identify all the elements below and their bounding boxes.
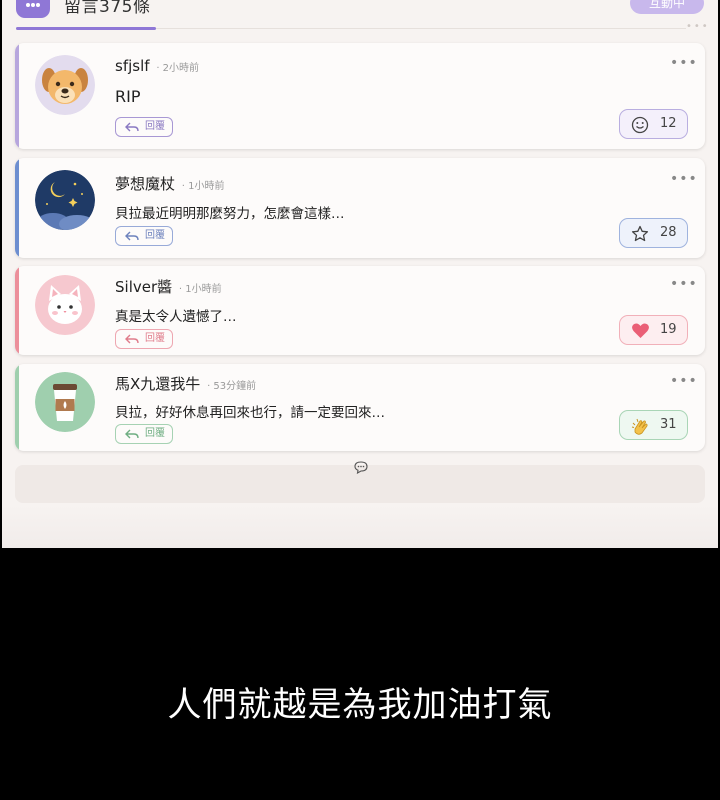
comment-text: 真是太令人遺憾了… xyxy=(115,309,237,325)
reply-arrow-icon xyxy=(125,231,139,241)
comment-card: 夢想魔杖 · 1小時前 貝拉最近明明那麼努力，怎麼會這樣… 回覆 ••• 28 xyxy=(15,158,705,258)
reply-button[interactable]: 回覆 xyxy=(115,424,173,444)
comment-text: 貝拉最近明明那麼努力，怎麼會這樣… xyxy=(115,206,345,222)
author-name[interactable]: sfjslf xyxy=(115,57,150,75)
header-divider xyxy=(156,28,686,29)
reply-label: 回覆 xyxy=(145,333,165,344)
clapping-hands-icon xyxy=(631,418,648,435)
more-options-button[interactable]: ••• xyxy=(670,373,698,389)
comment-author[interactable]: 馬X九還我牛 · 53分鐘前 xyxy=(115,373,256,394)
cat-avatar[interactable] xyxy=(35,275,95,335)
panel-footer xyxy=(2,505,718,548)
author-name[interactable]: 夢想魔杖 xyxy=(115,175,175,193)
smile-icon xyxy=(631,116,649,134)
heart-icon xyxy=(632,323,649,338)
author-name[interactable]: 馬X九還我牛 xyxy=(115,375,200,393)
active-tab-indicator xyxy=(16,27,156,30)
reaction-button[interactable]: 19 xyxy=(619,315,688,345)
comment-timestamp: · 2小時前 xyxy=(156,63,200,74)
comment-count-title: 留言375條 xyxy=(64,0,151,17)
comment-author[interactable]: sfjslf · 2小時前 xyxy=(115,57,199,75)
coffee-cup-avatar[interactable] xyxy=(35,372,95,432)
card-accent-bar xyxy=(15,43,19,149)
comment-timestamp: · 53分鐘前 xyxy=(207,381,257,392)
comment-card: 馬X九還我牛 · 53分鐘前 貝拉，好好休息再回來也行，請一定要回來… 回覆 •… xyxy=(15,364,705,451)
comment-author[interactable]: 夢想魔杖 · 1小時前 xyxy=(115,173,225,194)
comment-card: sfjslf · 2小時前 RIP 回覆 ••• 12 xyxy=(15,43,705,149)
reply-label: 回覆 xyxy=(145,121,165,132)
night-sky-avatar[interactable] xyxy=(35,170,95,230)
reply-arrow-icon xyxy=(125,334,139,344)
reply-label: 回覆 xyxy=(145,428,165,439)
reply-arrow-icon xyxy=(125,429,139,439)
comment-bubble-icon xyxy=(354,459,368,478)
comment-timestamp: · 1小時前 xyxy=(181,181,225,192)
reaction-count: 19 xyxy=(660,322,677,337)
reaction-count: 12 xyxy=(660,116,677,131)
reaction-button[interactable]: 31 xyxy=(619,410,688,440)
more-options-button[interactable]: ••• xyxy=(670,276,698,292)
reply-button[interactable]: 回覆 xyxy=(115,226,173,246)
more-options-button[interactable]: ••• xyxy=(670,171,698,187)
reaction-count: 28 xyxy=(660,225,677,240)
reaction-button[interactable]: 28 xyxy=(619,218,688,248)
chat-bubble-icon xyxy=(16,0,50,18)
comment-panel: 留言375條 互動中 ••• sfjslf · 2小時前 RIP 回覆 ••• … xyxy=(2,0,718,548)
star-icon xyxy=(631,225,649,242)
comment-text: 貝拉，好好休息再回來也行，請一定要回來… xyxy=(115,405,385,421)
comment-card: Silver醬 · 1小時前 真是太令人遺憾了… 回覆 ••• 19 xyxy=(15,266,705,355)
card-accent-bar xyxy=(15,364,19,451)
comment-author[interactable]: Silver醬 · 1小時前 xyxy=(115,276,222,297)
comment-timestamp: · 1小時前 xyxy=(178,284,222,295)
puppy-avatar[interactable] xyxy=(35,55,95,115)
reply-label: 回覆 xyxy=(145,230,165,241)
comment-text: RIP xyxy=(115,87,141,106)
comments-header: 留言375條 互動中 ••• xyxy=(2,0,718,32)
reaction-button[interactable]: 12 xyxy=(619,109,688,139)
card-accent-bar xyxy=(15,158,19,258)
dots-decoration: ••• xyxy=(686,21,710,32)
reply-arrow-icon xyxy=(125,122,139,132)
narration-caption: 人們就越是為我加油打氣 xyxy=(167,685,553,725)
reply-button[interactable]: 回覆 xyxy=(115,117,173,137)
author-name[interactable]: Silver醬 xyxy=(115,278,172,296)
reply-button[interactable]: 回覆 xyxy=(115,329,173,349)
reaction-count: 31 xyxy=(660,417,677,432)
more-options-button[interactable]: ••• xyxy=(670,55,698,71)
card-accent-bar xyxy=(15,266,19,355)
live-status-badge: 互動中 xyxy=(630,0,704,14)
